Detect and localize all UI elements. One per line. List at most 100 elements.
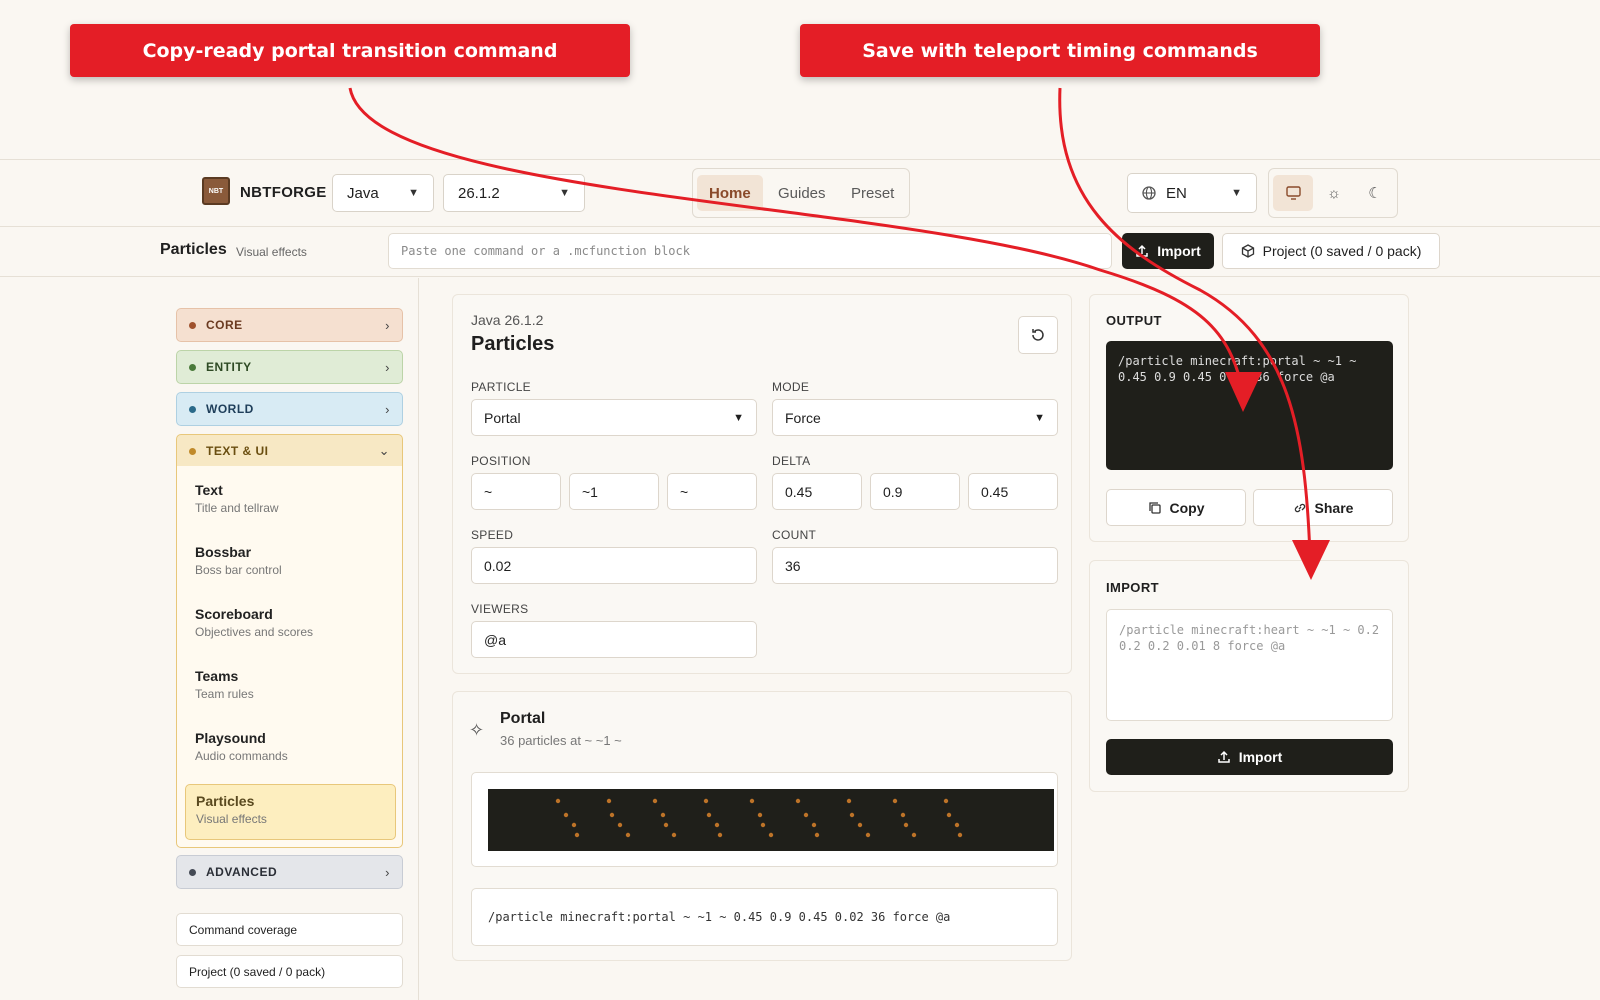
- annotation-callout-save: Save with teleport timing commands: [800, 24, 1320, 77]
- chevron-down-icon: ▼: [408, 187, 419, 199]
- item-desc: Objectives and scores: [195, 625, 314, 639]
- sidebar-item-bossbar[interactable]: Bossbar Boss bar control: [185, 536, 396, 592]
- delta-x-input[interactable]: 0.45: [772, 473, 862, 510]
- particle-dot: [663, 822, 669, 828]
- nav-home[interactable]: Home: [697, 175, 763, 211]
- nbtforge-logo[interactable]: NBT: [202, 177, 230, 205]
- item-title: Scoreboard: [195, 606, 273, 622]
- category-dot: [189, 447, 196, 455]
- monitor-icon[interactable]: [1273, 175, 1313, 211]
- language-value: EN: [1166, 184, 1187, 202]
- sidebar-item-playsound[interactable]: Playsound Audio commands: [185, 722, 396, 778]
- item-desc: Title and tellraw: [195, 501, 279, 515]
- version-select[interactable]: 26.1.2 ▼: [443, 174, 585, 212]
- page-header-bar: Particles Visual effects Paste one comma…: [0, 227, 1600, 277]
- import-label: IMPORT: [1106, 580, 1159, 595]
- particle-dot: [703, 798, 709, 804]
- sidebar-item-scoreboard[interactable]: Scoreboard Objectives and scores: [185, 598, 396, 654]
- delta-z-input[interactable]: 0.45: [968, 473, 1058, 510]
- text-ui-submenu: Text Title and tellraw Bossbar Boss bar co…: [176, 466, 403, 848]
- particle-dot: [652, 798, 658, 804]
- top-navigation-bar: NBT NBTFORGE Java ▼ 26.1.2 ▼ Home Guides P…: [0, 159, 1600, 227]
- particle-dot: [606, 798, 612, 804]
- viewers-input[interactable]: @a: [471, 621, 757, 658]
- particle-dot: [749, 798, 755, 804]
- copy-button-label: Copy: [1169, 499, 1205, 516]
- share-button[interactable]: Share: [1253, 489, 1393, 526]
- import-submit-label: Import: [1238, 749, 1283, 765]
- viewers-label: VIEWERS: [471, 602, 529, 616]
- particle-dot: [892, 798, 898, 804]
- particle-value: Portal: [484, 409, 521, 426]
- sidebar-item-particles[interactable]: Particles Visual effects: [185, 784, 396, 840]
- particle-dot: [900, 812, 906, 818]
- main-nav: Home Guides Preset: [692, 168, 910, 218]
- command-coverage-link[interactable]: Command coverage: [176, 913, 403, 946]
- copy-icon: [1148, 501, 1161, 514]
- import-submit-button[interactable]: Import: [1106, 739, 1393, 775]
- particle-preview-card: ✧ Portal 36 particles at ~ ~1 ~ /particl…: [452, 691, 1072, 961]
- reset-icon: [1032, 329, 1044, 341]
- category-entity[interactable]: ENTITY ›: [176, 350, 403, 384]
- position-y-input[interactable]: ~1: [569, 473, 659, 510]
- project-link[interactable]: Project (0 saved / 0 pack): [176, 955, 403, 988]
- category-label: CORE: [206, 318, 243, 332]
- link-icon: [1294, 503, 1305, 512]
- item-title: Teams: [195, 668, 239, 684]
- language-select[interactable]: EN ▼: [1127, 173, 1257, 213]
- project-button[interactable]: Project (0 saved / 0 pack): [1222, 233, 1440, 269]
- logo-text: NBT: [208, 187, 224, 195]
- category-label: WORLD: [206, 402, 254, 416]
- count-label: COUNT: [772, 528, 817, 542]
- sun-icon[interactable]: ☼: [1314, 175, 1354, 211]
- moon-icon[interactable]: ☾: [1355, 175, 1395, 211]
- reset-button[interactable]: [1018, 316, 1058, 354]
- import-textarea[interactable]: /particle minecraft:heart ~ ~1 ~ 0.2 0.2…: [1106, 609, 1393, 721]
- sidebar-item-teams[interactable]: Teams Team rules: [185, 660, 396, 716]
- preview-title: Portal: [500, 710, 546, 727]
- chevron-down-icon: ▼: [1034, 411, 1045, 424]
- sparkles-icon: ✧: [469, 720, 485, 740]
- category-text-ui[interactable]: TEXT & UI ⌄: [176, 434, 403, 468]
- copy-button[interactable]: Copy: [1106, 489, 1246, 526]
- particle-dot: [617, 822, 623, 828]
- particle-preview-canvas: [488, 789, 1054, 851]
- edition-select[interactable]: Java ▼: [332, 174, 434, 212]
- preview-command[interactable]: /particle minecraft:portal ~ ~1 ~ 0.45 0…: [471, 888, 1058, 946]
- category-dot: [189, 405, 196, 413]
- paste-command-input[interactable]: Paste one command or a .mcfunction block: [388, 233, 1112, 269]
- category-label: ENTITY: [206, 360, 252, 374]
- count-input[interactable]: 36: [772, 547, 1058, 584]
- edition-version-label: Java 26.1.2: [471, 312, 544, 328]
- delta-label: DELTA: [772, 454, 811, 468]
- preview-subtitle: 36 particles at ~ ~1 ~: [500, 733, 622, 748]
- category-core[interactable]: CORE ›: [176, 308, 403, 342]
- category-world[interactable]: WORLD ›: [176, 392, 403, 426]
- particle-dot: [911, 832, 917, 838]
- category-dot: [189, 868, 196, 876]
- position-x-input[interactable]: ~: [471, 473, 561, 510]
- particle-select[interactable]: Portal ▼: [471, 399, 757, 436]
- nav-guides[interactable]: Guides: [766, 175, 838, 211]
- nav-preset[interactable]: Preset: [839, 175, 906, 211]
- output-command[interactable]: /particle minecraft:portal ~ ~1 ~ 0.45 0…: [1106, 341, 1393, 470]
- particle-dot: [803, 812, 809, 818]
- sidebar-item-text[interactable]: Text Title and tellraw: [185, 474, 396, 530]
- mode-value: Force: [785, 409, 821, 426]
- import-card: IMPORT /particle minecraft:heart ~ ~1 ~ …: [1089, 560, 1409, 792]
- import-button[interactable]: Import: [1122, 233, 1214, 269]
- category-advanced[interactable]: ADVANCED ›: [176, 855, 403, 889]
- preview-frame: [471, 772, 1058, 867]
- particle-dot: [717, 832, 723, 838]
- position-z-input[interactable]: ~: [667, 473, 757, 510]
- brand-name[interactable]: NBTFORGE: [240, 184, 327, 201]
- delta-y-input[interactable]: 0.9: [870, 473, 960, 510]
- speed-input[interactable]: 0.02: [471, 547, 757, 584]
- particle-dot: [714, 822, 720, 828]
- mode-select[interactable]: Force ▼: [772, 399, 1058, 436]
- particle-dot: [857, 822, 863, 828]
- item-title: Particles: [196, 793, 255, 809]
- item-desc: Visual effects: [196, 812, 267, 826]
- particle-dot: [811, 822, 817, 828]
- item-title: Bossbar: [195, 544, 252, 560]
